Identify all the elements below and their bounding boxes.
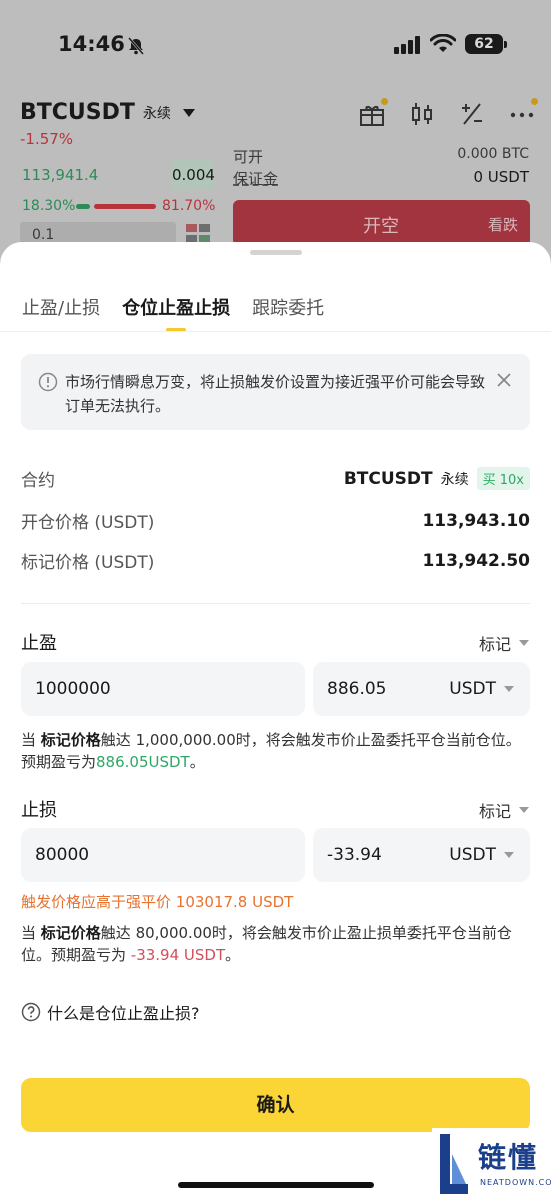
stop-loss-title: 止损 <box>21 800 57 821</box>
open-price-value: 113,943.10 <box>422 510 530 531</box>
sl-trigger-type-label: 标记 <box>478 802 511 821</box>
buy-ratio: 18.30% <box>22 198 76 214</box>
buy-ratio-bar <box>76 204 90 209</box>
contract-label: 合约 <box>21 471 55 491</box>
tp-description: 当 标记价格触达 1,000,000.00时，将会触发市价止盈委托平仓当前仓位。… <box>21 729 531 773</box>
tp-pnl-input[interactable] <box>327 679 437 699</box>
status-bar: 14:46 62 <box>0 0 551 90</box>
tp-price-input[interactable] <box>35 679 305 699</box>
info-icon <box>38 372 58 392</box>
pair-selector[interactable]: BTCUSDT 永续 <box>20 100 195 125</box>
caret-down-icon <box>182 108 195 117</box>
margin-label: 保证金 <box>233 170 279 188</box>
mark-price-row: 标记价格 (USDT) 113,942.50 <box>21 548 530 574</box>
tp-desc-bold: 标记价格 <box>40 731 101 749</box>
last-price: 113,941.4 <box>22 166 99 184</box>
open-price-label: 开仓价格 (USDT) <box>21 513 155 533</box>
tpsl-tabs: 止盈/止损 仓位止盈止损 跟踪委托 <box>22 294 324 332</box>
bell-muted-icon <box>128 37 144 55</box>
tp-trigger-type-label: 标记 <box>478 635 511 654</box>
tab-position-tpsl[interactable]: 仓位止盈止损 <box>122 294 230 332</box>
margin-value: 0 USDT <box>473 168 529 186</box>
tp-desc-pnl: 886.05USDT <box>96 753 190 771</box>
sl-unit-label: USDT <box>449 845 496 865</box>
candlestick-icon[interactable] <box>408 100 436 128</box>
sl-desc-end: 。 <box>225 946 241 964</box>
home-indicator <box>178 1182 374 1188</box>
contract-row: 合约 BTCUSDT 永续 买 10x <box>21 466 530 491</box>
gift-icon[interactable] <box>358 98 388 128</box>
toolbar-icons <box>358 98 538 128</box>
question-icon <box>21 1002 41 1022</box>
tp-price-field[interactable] <box>21 662 305 716</box>
available-label: 可开 <box>233 148 264 166</box>
pair-type: 永续 <box>142 105 171 122</box>
sheet-grabber[interactable] <box>250 250 302 255</box>
sl-unit-select[interactable]: USDT <box>449 845 514 865</box>
caret-down-icon <box>519 807 529 813</box>
close-icon[interactable] <box>496 372 512 388</box>
caret-down-icon <box>504 686 514 692</box>
sl-desc-pnl: -33.94 USDT <box>130 946 226 964</box>
watermark: 链懂 NEATDOWN.COM <box>432 1128 551 1200</box>
sl-desc-bold: 标记价格 <box>40 924 101 942</box>
watermark-text: 链懂 <box>478 1141 539 1174</box>
tab-trailing-order[interactable]: 跟踪委托 <box>252 294 324 320</box>
background-app: 14:46 62 BTCUSDT 永续 -1.57% 113,941.4 0.0… <box>0 0 551 260</box>
sl-pnl-field[interactable]: USDT <box>313 828 530 882</box>
sl-desc-prefix: 当 <box>21 924 41 942</box>
price-change: -1.57% <box>20 130 74 148</box>
sl-liquidation-warning: 触发价格应高于强平价 103017.8 USDT <box>21 893 294 911</box>
open-price-row: 开仓价格 (USDT) 113,943.10 <box>21 508 530 534</box>
confirm-button[interactable]: 确认 <box>21 1078 530 1132</box>
tp-pnl-field[interactable]: USDT <box>313 662 530 716</box>
tp-unit-select[interactable]: USDT <box>449 679 514 699</box>
help-link[interactable]: 什么是仓位止盈止损? <box>21 1000 200 1024</box>
order-qty: 0.004 <box>172 160 215 190</box>
tpsl-sheet: 止盈/止损 仓位止盈止损 跟踪委托 市场行情瞬息万变，将止损触发价设置为接近强平… <box>0 242 551 1200</box>
take-profit-title: 止盈 <box>21 633 57 654</box>
caret-down-icon <box>504 852 514 858</box>
sell-ratio-bar <box>94 204 156 209</box>
mark-price-label: 标记价格 (USDT) <box>21 553 155 573</box>
open-short-label: 开空 <box>363 216 399 237</box>
notice-text: 市场行情瞬息万变，将止损触发价设置为接近强平价可能会导致订单无法执行。 <box>65 373 486 415</box>
calculator-icon[interactable] <box>458 100 486 128</box>
tp-trigger-type-select[interactable]: 标记 <box>479 631 529 655</box>
sl-description: 当 标记价格触达 80,000.00时，将会触发市价止盈止损单委托平仓当前仓位。… <box>21 922 531 966</box>
battery-icon: 62 <box>465 34 507 54</box>
more-icon[interactable] <box>508 98 538 128</box>
leverage-badge: 买 10x <box>476 467 530 490</box>
sell-ratio: 81.70% <box>162 198 216 214</box>
mark-price-value: 113,942.50 <box>422 550 530 571</box>
wifi-icon <box>430 34 456 52</box>
tp-desc-end: 。 <box>189 753 205 771</box>
section-divider <box>21 603 530 604</box>
sl-price-input[interactable] <box>35 845 305 865</box>
status-time: 14:46 <box>58 32 125 56</box>
watermark-logo-icon <box>440 1134 468 1194</box>
available-value: 0.000 BTC <box>457 146 529 162</box>
tp-unit-label: USDT <box>449 679 496 699</box>
signal-icon <box>394 36 420 54</box>
tp-desc-prefix: 当 <box>21 731 41 749</box>
caret-down-icon <box>519 640 529 646</box>
help-text: 什么是仓位止盈止损? <box>47 1004 200 1023</box>
sl-pnl-input[interactable] <box>327 845 437 865</box>
watermark-sub: NEATDOWN.COM <box>480 1178 551 1187</box>
orderbook-layout-icon[interactable] <box>186 224 210 244</box>
contract-type: 永续 <box>440 471 469 488</box>
open-short-button[interactable]: 开空 看跌 <box>233 200 530 246</box>
open-short-sub: 看跌 <box>487 216 518 234</box>
risk-notice: 市场行情瞬息万变，将止损触发价设置为接近强平价可能会导致订单无法执行。 <box>21 354 530 430</box>
contract-symbol: BTCUSDT <box>343 468 433 489</box>
pair-name: BTCUSDT <box>20 100 135 125</box>
contract-value: BTCUSDT 永续 买 10x <box>344 467 530 490</box>
sl-trigger-type-select[interactable]: 标记 <box>479 798 529 822</box>
tab-divider <box>0 331 551 332</box>
sl-price-field[interactable] <box>21 828 305 882</box>
tab-tpsl[interactable]: 止盈/止损 <box>22 294 100 320</box>
